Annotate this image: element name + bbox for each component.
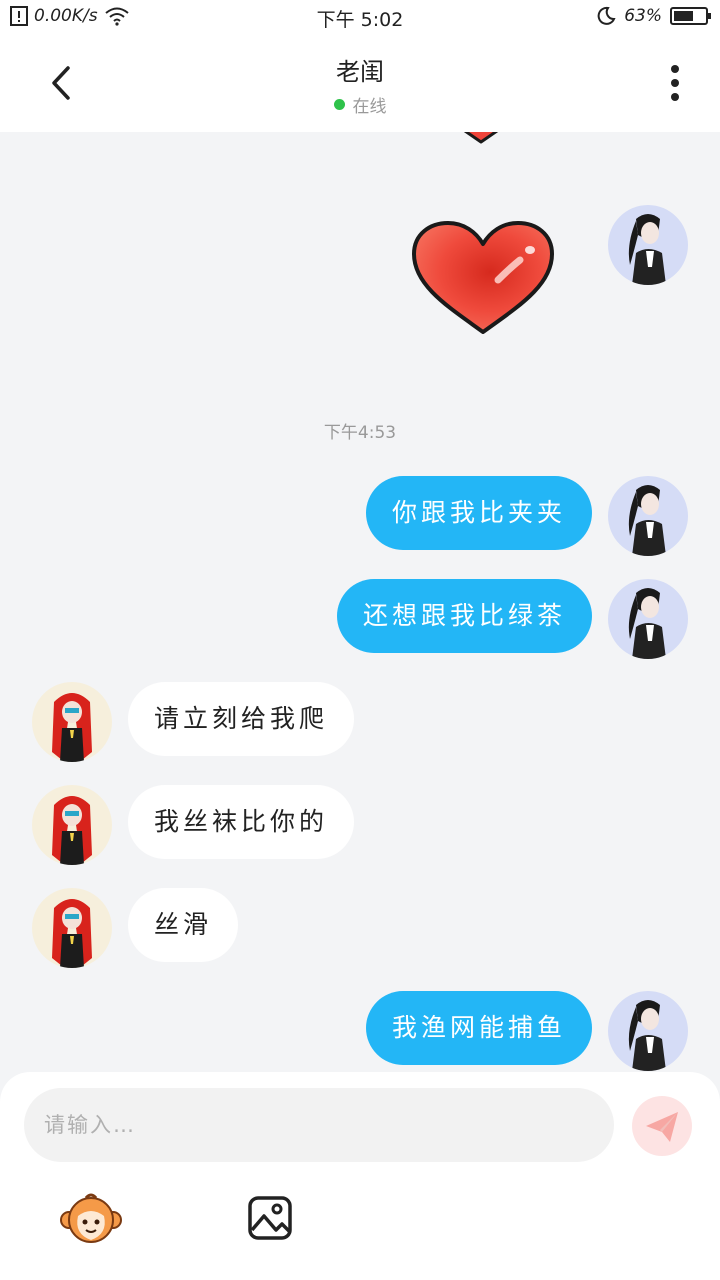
my-avatar[interactable]: [608, 476, 688, 556]
status-bar: 0.00K/s 下午 5:02 63%: [0, 0, 720, 34]
avatar-girl-dark-hair-image: [628, 588, 666, 659]
more-options-button[interactable]: [660, 64, 690, 104]
heart-sticker-partial: [463, 132, 499, 144]
contact-avatar[interactable]: [32, 682, 112, 762]
status-right: 63%: [596, 6, 711, 26]
paper-plane-icon: [646, 1112, 678, 1142]
online-dot-icon: [333, 99, 345, 110]
my-avatar[interactable]: [608, 205, 688, 285]
message-bubble-received[interactable]: 我丝袜比你的: [128, 785, 355, 859]
my-avatar[interactable]: [608, 991, 688, 1071]
more-vertical-icon: [671, 65, 679, 101]
message-bubble-received[interactable]: 丝滑: [128, 888, 239, 962]
online-status-text: 在线: [352, 97, 387, 117]
avatar-red-hair-girl-image: [52, 899, 92, 968]
message-bubble-sent[interactable]: 还想跟我比绿茶: [336, 579, 592, 653]
battery-icon: [670, 7, 711, 25]
message-bubble-sent[interactable]: 你跟我比夹夹: [365, 476, 592, 550]
message-bubble-sent[interactable]: 我渔网能捕鱼: [365, 991, 592, 1065]
emoji-button[interactable]: [60, 1188, 122, 1248]
message-timestamp: 下午4:53: [323, 423, 397, 443]
send-button[interactable]: [632, 1096, 692, 1156]
avatar-girl-dark-hair-image: [628, 485, 666, 556]
message-bubble-received[interactable]: 请立刻给我爬: [128, 682, 355, 756]
chat-header: 老闺 在线: [0, 34, 720, 132]
avatar-red-hair-girl-image: [52, 796, 92, 865]
contact-avatar[interactable]: [32, 888, 112, 968]
moon-icon: [597, 6, 616, 25]
message-composer: 请输入…: [0, 1072, 720, 1280]
battery-percent: 63%: [624, 6, 662, 26]
image-icon: [248, 1196, 292, 1240]
online-status: 在线: [0, 92, 720, 117]
message-input[interactable]: 请输入…: [24, 1088, 614, 1162]
contact-name: 老闺: [336, 58, 384, 86]
avatar-red-hair-girl-image: [52, 693, 92, 762]
my-avatar[interactable]: [608, 579, 688, 659]
message-list[interactable]: 下午4:53 你跟我比夹夹 还想跟我比绿茶 请立刻给我爬 我丝袜比你的 丝滑 我…: [0, 132, 720, 1072]
monkey-face-emoji-icon: [60, 1193, 122, 1243]
image-picker-button[interactable]: [246, 1194, 294, 1242]
heart-sticker[interactable]: [410, 220, 556, 338]
avatar-girl-dark-hair-image: [628, 1000, 666, 1071]
contact-avatar[interactable]: [32, 785, 112, 865]
avatar-girl-dark-hair-image: [628, 214, 666, 285]
